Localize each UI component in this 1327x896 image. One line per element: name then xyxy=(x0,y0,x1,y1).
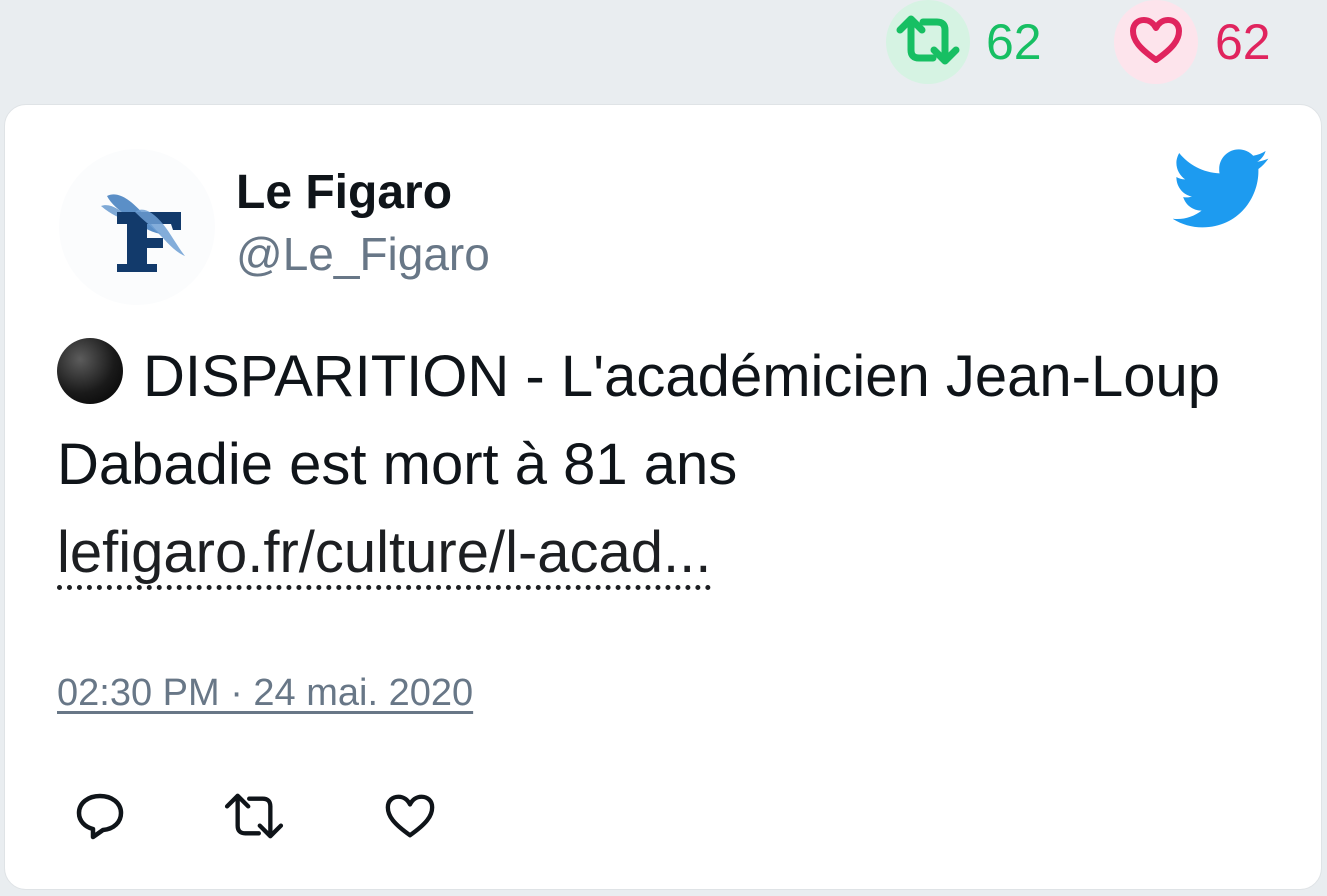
twitter-bird-icon[interactable] xyxy=(1172,149,1271,229)
like-count: 62 xyxy=(1215,14,1271,70)
tweet-body: DISPARITION - L'académicien Jean-Loup Da… xyxy=(57,333,1277,597)
retweet-icon xyxy=(224,793,284,839)
author-handle[interactable]: @Le_Figaro xyxy=(236,227,490,281)
avatar[interactable] xyxy=(59,149,215,305)
reply-button[interactable] xyxy=(65,781,135,851)
le-figaro-logo xyxy=(101,194,185,272)
tweet-text: DISPARITION - L'académicien Jean-Loup Da… xyxy=(57,344,1221,497)
retweet-summary-button[interactable] xyxy=(886,0,970,84)
heart-icon xyxy=(385,794,435,838)
reply-icon xyxy=(76,793,124,840)
like-summary-button[interactable] xyxy=(1114,0,1198,84)
like-button[interactable] xyxy=(375,781,445,851)
retweet-count: 62 xyxy=(986,14,1042,70)
heart-icon xyxy=(1129,16,1183,69)
tweet-actions xyxy=(65,781,485,851)
retweet-button[interactable] xyxy=(219,781,289,851)
engagement-summary: 62 62 xyxy=(0,0,1327,100)
author-name[interactable]: Le Figaro xyxy=(236,165,452,221)
retweet-icon xyxy=(895,14,961,71)
tweet-link[interactable]: lefigaro.fr/culture/l-acad... xyxy=(57,520,712,590)
tweet-card: Le Figaro @Le_Figaro DISPARITION - L'aca… xyxy=(4,104,1322,890)
black-circle-icon xyxy=(57,338,123,404)
tweet-timestamp[interactable]: 02:30 PM · 24 mai. 2020 xyxy=(57,671,473,715)
